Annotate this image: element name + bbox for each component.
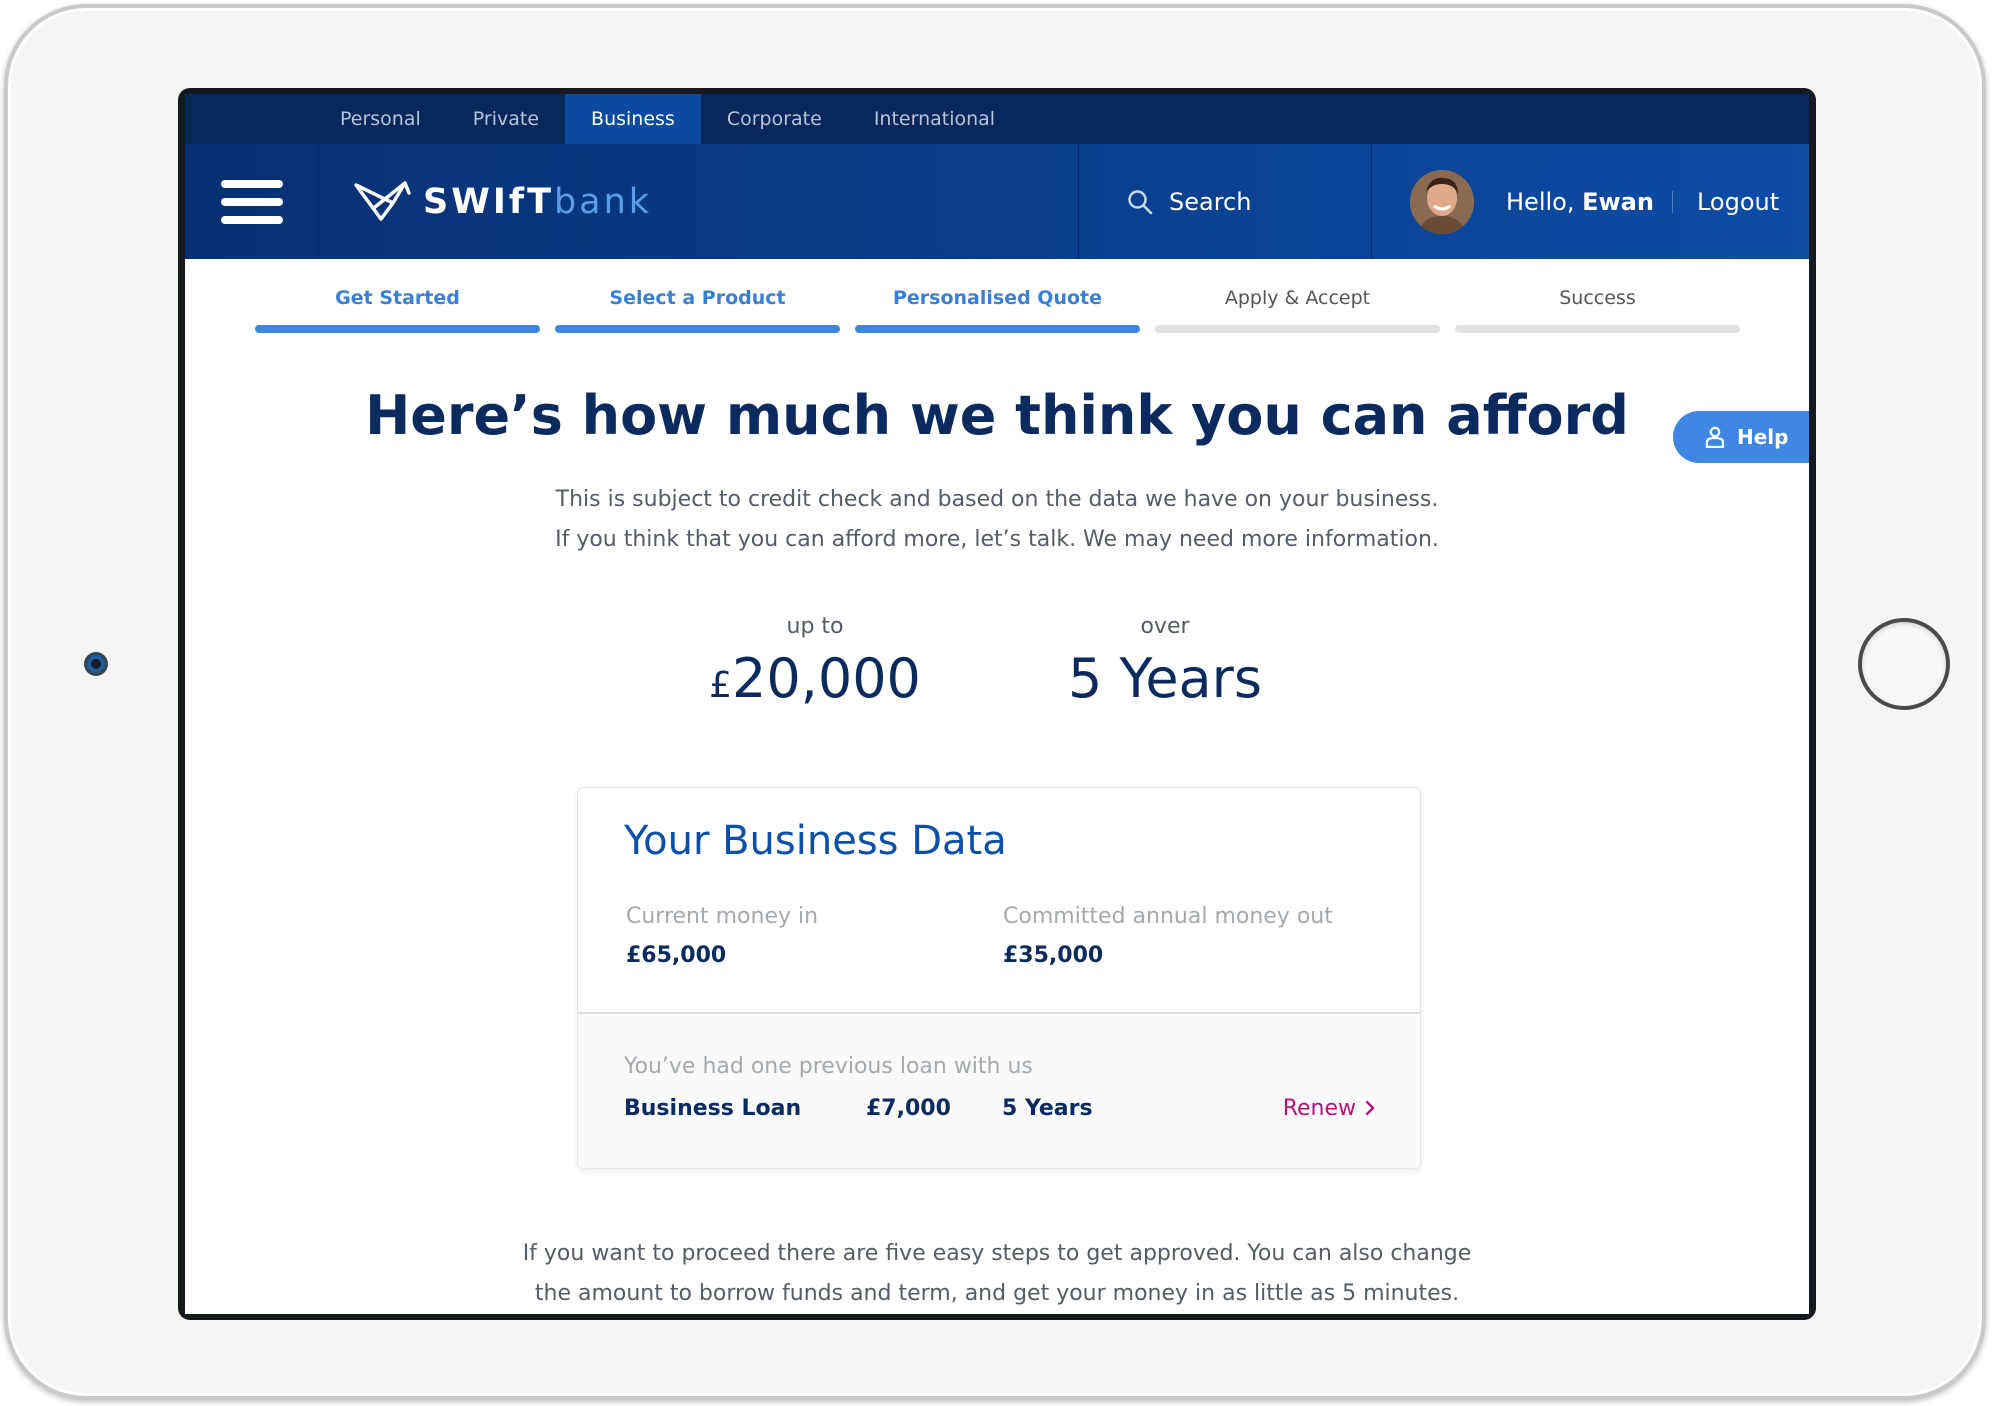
step-progress-bar <box>1455 325 1740 333</box>
step-get-started[interactable]: Get Started <box>255 259 540 333</box>
greeting: Hello, Ewan <box>1506 188 1654 216</box>
step-label: Success <box>1559 287 1636 309</box>
brand-logo[interactable]: SWIfT bank <box>319 144 1079 259</box>
segment-link-business[interactable]: Business <box>565 94 701 144</box>
loan-type: Business Loan <box>624 1096 802 1121</box>
step-label: Select a Product <box>609 287 786 309</box>
step-label: Get Started <box>335 287 460 309</box>
step-progress-bar <box>855 325 1140 333</box>
segment-nav: Personal Private Business Corporate Inte… <box>185 94 1809 144</box>
money-in-label: Current money in <box>626 904 819 929</box>
quote-subtext: This is subject to credit check and base… <box>185 480 1809 560</box>
quote-term: over 5 Years <box>1045 614 1285 710</box>
next-steps-line-1: If you want to proceed there are five ea… <box>522 1241 1472 1266</box>
home-button[interactable] <box>1858 618 1950 710</box>
loan-amount: £7,000 <box>866 1096 951 1121</box>
avatar[interactable] <box>1410 169 1474 234</box>
logout-link[interactable]: Logout <box>1697 188 1779 216</box>
quote-amount: up to £20,000 <box>695 614 935 710</box>
step-label: Apply & Accept <box>1224 287 1371 309</box>
business-data-summary: Your Business Data Current money in £65,… <box>578 788 1420 1014</box>
amount-value: 20,000 <box>731 647 921 710</box>
term-prefix: over <box>1140 614 1190 639</box>
amount-value-wrap: £20,000 <box>695 647 935 710</box>
money-out-value: £35,000 <box>1003 943 1104 968</box>
bird-logo-icon <box>354 180 411 221</box>
next-steps-text: If you want to proceed there are five ea… <box>185 1234 1809 1314</box>
subtext-line-1: This is subject to credit check and base… <box>555 487 1439 512</box>
segment-link-corporate[interactable]: Corporate <box>701 94 848 144</box>
money-out-field: Committed annual money out £35,000 <box>1003 904 1333 968</box>
step-success[interactable]: Success <box>1455 259 1740 333</box>
subtext-line-2: If you think that you can afford more, l… <box>555 527 1439 552</box>
money-in-field: Current money in £65,000 <box>626 904 818 968</box>
previous-loan-label: You’ve had one previous loan with us <box>624 1054 1033 1079</box>
money-in-value: £65,000 <box>626 943 727 968</box>
page-title: Here’s how much we think you can afford <box>365 384 1629 447</box>
user-name: Ewan <box>1582 187 1654 216</box>
hamburger-menu-icon[interactable] <box>185 144 319 259</box>
amount-prefix: up to <box>786 614 844 639</box>
money-out-label: Committed annual money out <box>1003 904 1333 929</box>
card-title: Your Business Data <box>624 818 1007 864</box>
brand-name-secondary: bank <box>553 181 653 222</box>
renew-label: Renew <box>1282 1096 1356 1121</box>
search-icon <box>1128 189 1153 214</box>
step-progress-bar <box>1155 325 1440 333</box>
amount-currency: £ <box>709 665 732 706</box>
step-label: Personalised Quote <box>892 287 1103 309</box>
header-divider <box>1671 190 1673 213</box>
app-screen: Personal Private Business Corporate Inte… <box>185 94 1809 1314</box>
step-personalised-quote[interactable]: Personalised Quote <box>855 259 1140 333</box>
brand-name-primary: SWIfT <box>423 181 554 222</box>
step-select-product[interactable]: Select a Product <box>555 259 840 333</box>
step-apply-accept[interactable]: Apply & Accept <box>1155 259 1440 333</box>
segment-link-private[interactable]: Private <box>447 94 565 144</box>
segment-link-international[interactable]: International <box>848 94 1021 144</box>
renew-link[interactable]: Renew <box>1283 1096 1376 1121</box>
next-steps-line-2: the amount to borrow funds and term, and… <box>534 1281 1460 1306</box>
search-label: Search <box>1169 187 1252 216</box>
loan-term: 5 Years <box>1002 1096 1093 1121</box>
term-value: 5 Years <box>1068 647 1262 710</box>
main-header: SWIfT bank Search Hello, Ewan Logout <box>185 144 1809 259</box>
previous-loan-row: Business Loan £7,000 5 Years Renew <box>624 1096 1376 1126</box>
step-progress-bar <box>555 325 840 333</box>
camera-icon <box>84 652 108 676</box>
greeting-text: Hello, <box>1506 187 1575 216</box>
chevron-right-icon <box>1365 1100 1375 1116</box>
previous-loan-section: You’ve had one previous loan with us Bus… <box>578 1016 1420 1168</box>
segment-link-personal[interactable]: Personal <box>314 94 447 144</box>
business-data-card: Your Business Data Current money in £65,… <box>577 787 1421 1169</box>
step-progress-bar <box>255 325 540 333</box>
account-area: Hello, Ewan Logout <box>1372 144 1809 259</box>
progress-steps: Get Started Select a Product Personalise… <box>185 259 1809 339</box>
search-button[interactable]: Search <box>1079 144 1372 259</box>
